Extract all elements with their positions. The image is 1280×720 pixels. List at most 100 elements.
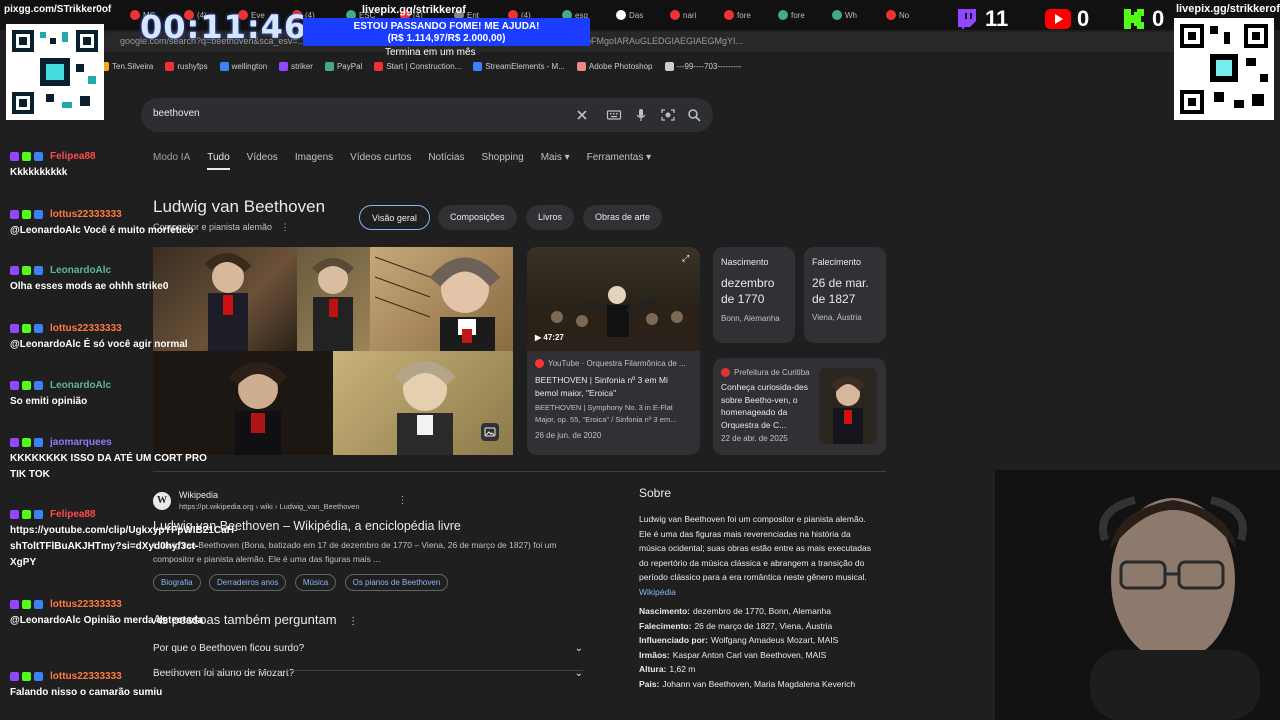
news-card[interactable]: Prefeitura de Curitiba Conheça curiosida… [713, 358, 886, 455]
video-thumbnail[interactable]: ⤢ ▶ 47:27 [527, 247, 700, 351]
browser-tab[interactable]: nari [670, 6, 696, 24]
goal-caption: Termina em um mês [385, 47, 476, 58]
search-tab[interactable]: Ferramentas ▾ [587, 152, 651, 170]
bookmark-item[interactable]: rushyfps [165, 61, 208, 71]
search-tab[interactable]: Vídeos [247, 152, 278, 170]
tab-label: No [899, 10, 910, 20]
chat-username[interactable]: lottus22333333 [50, 599, 122, 610]
browser-tab[interactable]: No [886, 6, 909, 24]
chat-username[interactable]: LeonardoAlc [50, 265, 111, 276]
bookmark-label: wellington [231, 61, 268, 71]
beethoven-image-2[interactable] [297, 247, 370, 351]
beethoven-image-5[interactable] [333, 351, 513, 455]
chip-composicoes[interactable]: Composições [438, 205, 517, 230]
chat-username[interactable]: lottus22333333 [50, 323, 122, 334]
chat-badge-icon [22, 210, 31, 219]
more-options-icon[interactable]: ⋮ [281, 222, 290, 232]
fact-label: Nascimento: [639, 606, 691, 616]
chevron-down-icon: ⌄ [574, 643, 583, 654]
keyboard-icon[interactable] [606, 107, 622, 123]
chat-username[interactable]: jaomarquees [50, 437, 112, 448]
chat-text: Olha esses mods ae ohhh strike0 [10, 281, 169, 292]
chat-message: Felipea88 https://youtube.com/clip/Ugkxyp… [10, 508, 237, 571]
browser-tab[interactable]: Wh [832, 6, 857, 24]
fact-value[interactable]: 26 de março de 1827, Viena, Áustria [694, 621, 832, 631]
tab-label: Das [629, 10, 644, 20]
browser-tab[interactable]: Das [616, 6, 643, 24]
sitelink-biografia[interactable]: Biografia [153, 574, 201, 591]
chat-badge-icon [10, 210, 19, 219]
bookmark-icon [279, 61, 289, 71]
chip-obras-de-arte[interactable]: Obras de arte [583, 205, 663, 230]
sitelink-musica[interactable]: Música [294, 574, 337, 591]
chat-badge-icon [10, 600, 19, 609]
sitelink-pianos[interactable]: Os pianos de Beethoven [344, 574, 449, 591]
microphone-icon[interactable] [633, 107, 649, 123]
bookmark-item[interactable]: striker [279, 61, 313, 71]
clear-icon[interactable] [574, 107, 590, 123]
chip-livros[interactable]: Livros [526, 205, 575, 230]
tab-favicon-icon [670, 10, 680, 20]
pixgg-link-left: pixgg.com/STrikker0of [4, 4, 112, 15]
bookmark-item[interactable]: Start | Construction... [374, 61, 461, 71]
sitelink-derradeiros-anos[interactable]: Derradeiros anos [209, 574, 287, 591]
chip-visao-geral[interactable]: Visão geral [359, 205, 430, 230]
expand-icon[interactable]: ⤢ [682, 253, 689, 264]
search-tab[interactable]: Shopping [481, 152, 523, 170]
beethoven-image-3[interactable] [370, 247, 513, 351]
chat-username[interactable]: Felipea88 [50, 509, 96, 520]
fact-value[interactable]: Kaspar Anton Carl van Beethoven, MAIS [673, 650, 827, 660]
chat-username[interactable]: Felipea88 [50, 151, 96, 162]
death-place: Viena, Áustria [812, 313, 862, 322]
wikipedia-snippet: Ludwig van Beethoven (Bona, batizado em … [153, 540, 557, 564]
goal-progress: (R$ 1.114,97/R$ 2.000,00) [387, 33, 506, 44]
image-search-icon[interactable] [481, 423, 499, 441]
chat-username[interactable]: LeonardoAlc [50, 380, 111, 391]
birth-card[interactable]: Nascimento dezembro de 1770 Bonn, Aleman… [713, 247, 795, 343]
about-fact-row: Irmãos: Kaspar Anton Carl van Beethoven, … [639, 648, 879, 663]
search-tab[interactable]: Mais ▾ [541, 152, 570, 170]
search-tab[interactable]: Notícias [428, 152, 464, 170]
video-title[interactable]: BEETHOVEN | Sinfonia nº 3 em Mi bemol ma… [535, 374, 692, 399]
youtube-icon [1045, 9, 1071, 29]
fact-value[interactable]: 1,62 m [669, 664, 695, 674]
fact-value[interactable]: Wolfgang Amadeus Mozart, MAIS [711, 635, 838, 645]
bookmark-label: PayPal [336, 61, 363, 71]
bookmark-item[interactable]: ---99----703--------- [664, 61, 741, 71]
search-icon[interactable] [686, 107, 702, 123]
bookmark-item[interactable]: Adobe Photoshop [576, 61, 653, 71]
news-title[interactable]: Conheça curiosida-des sobre Beetho-ven, … [721, 381, 813, 431]
chat-text: @LeonardoAlc Você é muito morfético [10, 225, 194, 236]
search-tab[interactable]: Vídeos curtos [350, 152, 411, 170]
chat-username[interactable]: lottus22333333 [50, 671, 122, 682]
paa-question-1[interactable]: Por que o Beethoven ficou surdo? ⌄ [153, 643, 583, 654]
lens-icon[interactable] [660, 107, 676, 123]
bookmark-item[interactable]: StreamElements - M... [473, 61, 565, 71]
fact-label: Influenciado por: [639, 635, 708, 646]
bookmark-item[interactable]: Ten.Silveira [100, 61, 153, 71]
fact-value[interactable]: dezembro de 1770, Bonn, Alemanha [693, 606, 831, 616]
webcam-feed [995, 470, 1280, 720]
chat-username[interactable]: lottus22333333 [50, 209, 122, 220]
search-input[interactable]: beethoven [153, 108, 200, 119]
chat-badge-icon [34, 600, 43, 609]
twitch-count: 11 [985, 6, 1009, 31]
browser-tab[interactable]: fore [778, 6, 805, 24]
more-options-icon[interactable]: ⋮ [348, 616, 358, 627]
about-source-link[interactable]: Wikipédia [639, 587, 676, 597]
bookmark-item[interactable]: PayPal [324, 61, 363, 71]
video-card[interactable]: YouTube · Orquestra Filarmônica de ... B… [527, 351, 700, 455]
fact-value[interactable]: Johann van Beethoven, Maria Magdalena Ke… [662, 679, 855, 689]
more-options-icon[interactable]: ⋮ [398, 495, 408, 506]
browser-tab[interactable]: fore [724, 6, 751, 24]
video-duration: ▶ 47:27 [535, 333, 564, 342]
chat-badge-icon [10, 266, 19, 275]
tab-favicon-icon [616, 10, 626, 20]
death-card[interactable]: Falecimento 26 de mar. de 1827 Viena, Áu… [804, 247, 886, 343]
bookmark-icon [165, 61, 175, 71]
search-box[interactable]: beethoven [141, 98, 713, 132]
search-tab[interactable]: Imagens [295, 152, 333, 170]
birth-place: Bonn, Alemanha [721, 314, 780, 323]
bookmark-item[interactable]: wellington [219, 61, 268, 71]
news-thumbnail [819, 368, 877, 444]
